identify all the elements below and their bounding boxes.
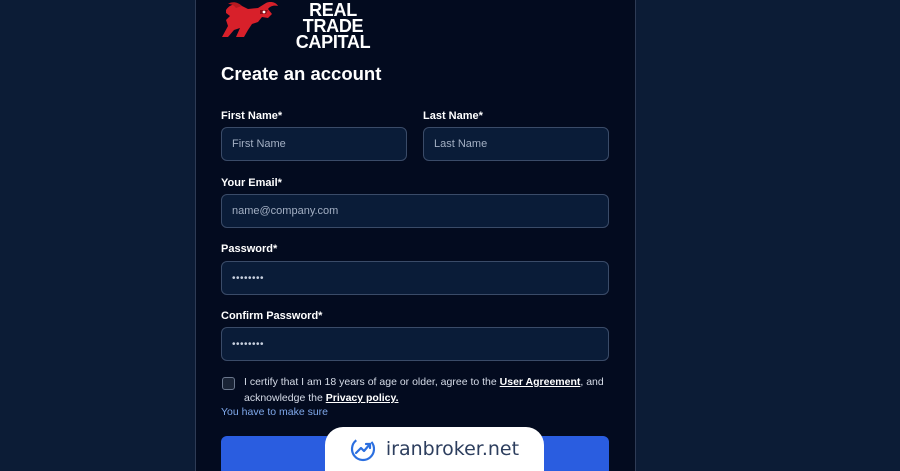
confirm-password-label: Confirm Password* bbox=[221, 310, 323, 322]
password-input[interactable]: •••••••• bbox=[221, 261, 609, 295]
first-name-input[interactable]: First Name bbox=[221, 127, 407, 161]
watermark: iranbroker.net bbox=[325, 427, 544, 471]
consent-text-before: I certify that I am 18 years of age or o… bbox=[244, 376, 500, 388]
email-label: Your Email* bbox=[221, 177, 282, 189]
watermark-text: iranbroker.net bbox=[385, 438, 520, 460]
password-label: Password* bbox=[221, 243, 278, 255]
page-title: Create an account bbox=[221, 63, 382, 84]
privacy-policy-link[interactable]: Privacy policy. bbox=[326, 392, 399, 404]
first-name-label: First Name* bbox=[221, 110, 283, 122]
last-name-input[interactable]: Last Name bbox=[423, 127, 609, 161]
growth-chart-icon bbox=[350, 436, 376, 462]
user-agreement-link[interactable]: User Agreement bbox=[500, 376, 581, 388]
brand-line-2: CAPITAL bbox=[295, 32, 371, 52]
consent-text: I certify that I am 18 years of age or o… bbox=[244, 374, 604, 406]
confirm-password-input[interactable]: •••••••• bbox=[221, 327, 609, 361]
bull-icon bbox=[222, 2, 278, 37]
brand-name: REAL TRADE CAPITAL bbox=[278, 0, 388, 52]
brand-line-1: REAL TRADE bbox=[302, 0, 364, 36]
consent-checkbox[interactable] bbox=[222, 377, 235, 390]
last-name-label: Last Name* bbox=[423, 110, 483, 122]
email-input[interactable]: name@company.com bbox=[221, 194, 609, 228]
helper-text: You have to make sure bbox=[221, 406, 329, 418]
